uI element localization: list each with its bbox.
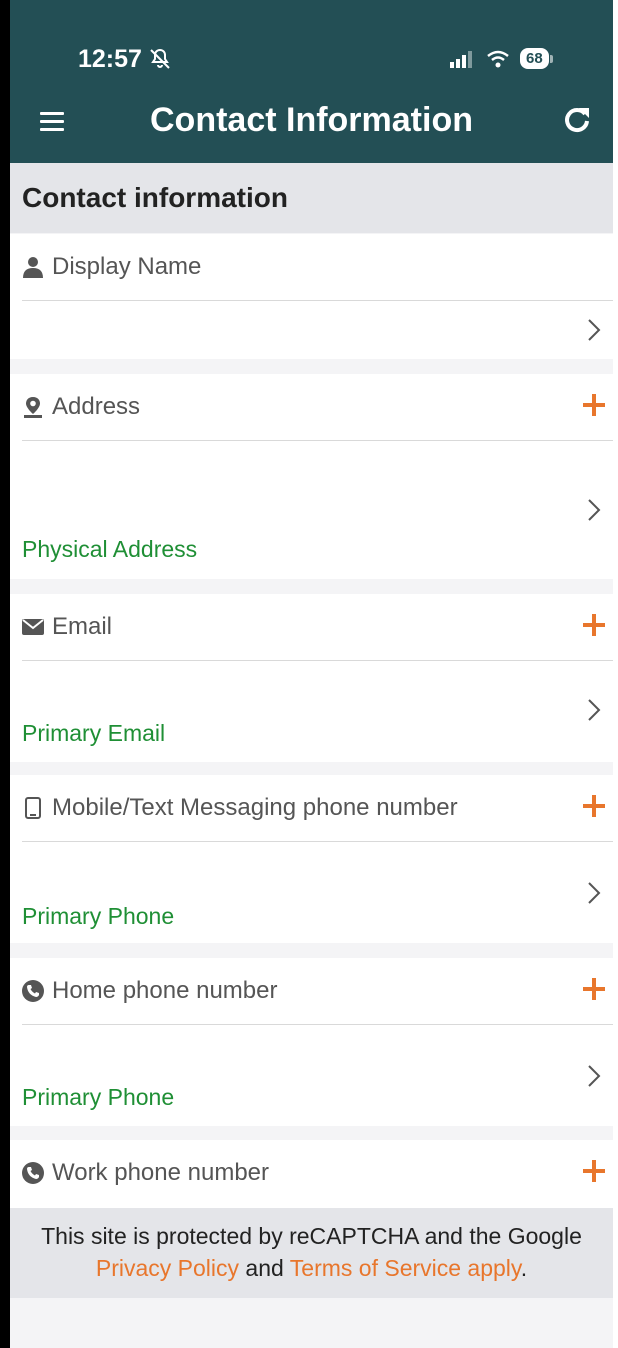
map-marker-icon (22, 396, 44, 418)
app-header: 12:57 68 Contact Information (10, 0, 613, 163)
mobile-phone-type-label[interactable]: Primary Phone (22, 903, 174, 930)
address-card: Address Physical Address (10, 374, 613, 579)
screen-frame-right (613, 0, 618, 1348)
display-name-card: Display Name (10, 234, 613, 359)
mobile-phone-card: Mobile/Text Messaging phone number Prima… (10, 775, 613, 943)
bottom-blank-area (10, 1298, 613, 1348)
battery-tip (549, 54, 553, 63)
chevron-right-icon[interactable] (587, 698, 601, 722)
status-time: 12:57 (78, 45, 142, 73)
phone-icon (22, 980, 44, 1002)
home-phone-type-label[interactable]: Primary Phone (22, 1084, 174, 1111)
add-email-plus-icon[interactable] (583, 614, 605, 636)
wifi-icon (487, 50, 509, 67)
home-phone-label: Home phone number (52, 977, 278, 1004)
home-phone-header: Home phone number (22, 958, 613, 1025)
phone-icon (22, 1162, 44, 1184)
chevron-right-icon[interactable] (587, 881, 601, 905)
chevron-right-icon[interactable] (587, 1064, 601, 1088)
status-icons: 68 (450, 48, 553, 69)
email-card: Email Primary Email (10, 594, 613, 762)
bell-slash-icon (150, 48, 170, 69)
mobile-phone-label: Mobile/Text Messaging phone number (52, 794, 458, 821)
mobile-icon (22, 797, 44, 819)
address-label: Address (52, 393, 141, 420)
work-phone-card: Work phone number (10, 1140, 613, 1208)
terms-of-service-link[interactable]: Terms of Service apply (290, 1255, 521, 1281)
recaptcha-line1: This site is protected by reCAPTCHA and … (41, 1223, 582, 1249)
work-phone-label: Work phone number (52, 1159, 270, 1186)
add-work-phone-plus-icon[interactable] (583, 1160, 605, 1182)
recaptcha-notice: This site is protected by reCAPTCHA and … (10, 1208, 613, 1298)
envelope-icon (22, 616, 44, 638)
mobile-phone-header: Mobile/Text Messaging phone number (22, 775, 613, 842)
app-container: 12:57 68 Contact Information Contact inf… (10, 0, 613, 1348)
add-home-phone-plus-icon[interactable] (583, 978, 605, 1000)
email-header: Email (22, 594, 613, 661)
page-title: Contact Information (150, 101, 473, 139)
chevron-right-icon[interactable] (587, 318, 601, 342)
home-phone-card: Home phone number Primary Phone (10, 958, 613, 1126)
email-type-label[interactable]: Primary Email (22, 720, 165, 747)
refresh-icon[interactable] (562, 104, 592, 134)
add-address-plus-icon[interactable] (583, 394, 605, 416)
email-label: Email (52, 613, 113, 640)
user-icon (22, 256, 44, 278)
add-mobile-phone-plus-icon[interactable] (583, 795, 605, 817)
address-header: Address (22, 374, 613, 441)
section-title: Contact information (10, 163, 613, 233)
battery-icon: 68 (520, 48, 549, 69)
recaptcha-line2: Privacy Policy and Terms of Service appl… (10, 1252, 613, 1284)
period-text: . (520, 1255, 528, 1281)
signal-icon (450, 50, 472, 68)
display-name-label: Display Name (52, 253, 202, 280)
and-text: and (245, 1255, 284, 1281)
work-phone-header: Work phone number (22, 1140, 613, 1206)
privacy-policy-link[interactable]: Privacy Policy (96, 1255, 239, 1281)
chevron-right-icon[interactable] (587, 498, 601, 522)
display-name-header: Display Name (22, 234, 613, 301)
screen-frame-left (0, 0, 10, 1348)
address-type-label[interactable]: Physical Address (22, 536, 197, 563)
